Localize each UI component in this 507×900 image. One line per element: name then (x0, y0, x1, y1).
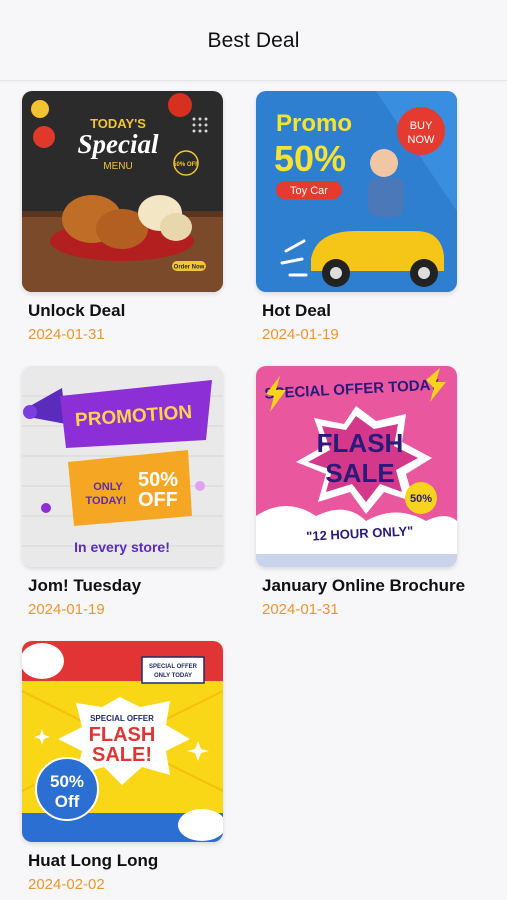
img-text-fifty: 50% (138, 469, 178, 491)
deal-date: 2024-01-19 (28, 601, 105, 618)
deal-image[interactable]: Promo 50% Toy Car BUY NOW (256, 91, 457, 292)
deal-title: Hot Deal (262, 301, 331, 320)
deal-date: 2024-01-31 (28, 326, 105, 343)
img-text-off: OFF (138, 489, 178, 511)
deal-title: Jom! Tuesday (28, 576, 142, 595)
deal-title: January Online Brochure (262, 576, 466, 595)
deal-card-huat-long-long[interactable]: SPECIAL OFFER ONLY TODAY SPECIAL OFFER F… (22, 641, 223, 893)
img-text-menu: MENU (103, 161, 132, 172)
deal-date: 2024-01-31 (262, 601, 339, 618)
img-text-pct: 50% (50, 772, 84, 791)
img-text-now: NOW (408, 134, 436, 146)
img-text-special: SPECIAL OFFER (90, 714, 154, 723)
img-text-flash: FLASH (317, 428, 404, 458)
deal-card-unlock-deal[interactable]: TODAY'S Special MENU 50% OFF Order Now U… (22, 91, 223, 343)
img-text-flash: FLASH (89, 724, 156, 746)
deal-title: Huat Long Long (28, 851, 159, 870)
deal-card-hot-deal[interactable]: Promo 50% Toy Car BUY NOW Hot Deal 2024-… (256, 91, 457, 343)
img-text-sale: SALE (325, 458, 394, 488)
img-text-sale: SALE! (92, 744, 152, 766)
img-text-today: TODAY! (86, 495, 127, 507)
page-title: Best Deal (207, 29, 300, 52)
deal-image[interactable]: SPECIAL OFFER TODAY FLASH SALE 50% "12 H… (256, 366, 457, 567)
header-bar: Best Deal (0, 0, 507, 81)
deal-image[interactable]: TODAY'S Special MENU 50% OFF Order Now (22, 91, 223, 292)
img-text-buy: BUY (410, 120, 433, 132)
deal-card-january-brochure[interactable]: SPECIAL OFFER TODAY FLASH SALE 50% "12 H… (256, 366, 466, 618)
img-text-corner1: SPECIAL OFFER (149, 664, 198, 670)
deal-image[interactable]: PROMOTION ONLY TODAY! 50% OFF In every s… (22, 366, 223, 567)
img-text-off: Off (55, 792, 80, 811)
deal-card-jom-tuesday[interactable]: PROMOTION ONLY TODAY! 50% OFF In every s… (22, 366, 223, 618)
deal-image[interactable]: SPECIAL OFFER ONLY TODAY SPECIAL OFFER F… (22, 641, 223, 842)
img-text-badge: 50% OFF (173, 162, 199, 168)
img-text-pct: 50% (410, 493, 432, 505)
img-text-fifty: 50% (274, 138, 346, 179)
img-text-store: In every store! (74, 539, 170, 555)
img-text-order: Order Now (174, 265, 205, 271)
img-text-only: ONLY (93, 481, 123, 493)
img-text-promo: Promo (276, 110, 352, 137)
deal-date: 2024-02-02 (28, 876, 105, 893)
deal-title: Unlock Deal (28, 301, 126, 320)
img-text-special: Special (78, 129, 159, 159)
deal-date: 2024-01-19 (262, 326, 339, 343)
img-text-corner2: ONLY TODAY (154, 673, 192, 679)
img-text-toycar: Toy Car (290, 185, 328, 197)
